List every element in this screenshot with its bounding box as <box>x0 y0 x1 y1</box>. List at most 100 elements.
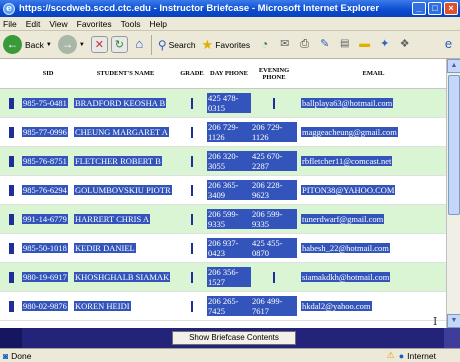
name-cell: BRADFORD KEOSHA B <box>74 98 167 108</box>
day-phone-cell: 425 478-0315 <box>207 93 251 113</box>
globe-icon: ● <box>398 350 405 361</box>
text-cursor-icon: I <box>433 315 438 328</box>
favorites-label: Favorites <box>215 39 251 50</box>
menu-edit[interactable]: Edit <box>26 19 41 29</box>
email-cell[interactable]: tunerdwarf@gmail.com <box>301 214 385 224</box>
table-row[interactable]: 991-14-6779 HARRERT CHRIS A 206 599-9335… <box>0 205 446 234</box>
email-cell[interactable]: PITON38@YAHOO.COM <box>301 185 396 195</box>
close-button[interactable]: × <box>444 2 458 15</box>
edit-icon[interactable]: ✎ <box>316 36 333 53</box>
table-header: SID STUDENT'S NAME GRADE DAY PHONE EVENI… <box>0 59 446 89</box>
header-day-phone: DAY PHONE <box>210 70 248 77</box>
name-cell: GOLUMBOVSKIU PIOTR <box>74 185 172 195</box>
evening-phone-cell <box>273 271 275 283</box>
menu-help[interactable]: Help <box>149 19 166 29</box>
email-cell[interactable]: ballplaya63@hotmail.com <box>301 98 394 108</box>
grade-cell[interactable] <box>191 184 193 196</box>
sid-cell: 991-14-6779 <box>22 214 68 224</box>
title-bar: e https://sccdweb.sccd.ctc.edu - Instruc… <box>0 0 460 17</box>
table-row[interactable]: 985-76-8751 FLETCHER ROBERT B 206 320-30… <box>0 147 446 176</box>
email-cell[interactable]: siamakdkh@hotmail.com <box>301 272 391 282</box>
back-arrow-icon: ← <box>3 35 22 54</box>
scroll-up-icon[interactable]: ▲ <box>447 59 460 73</box>
briefcase-bar: Show Briefcase Contents <box>0 328 460 348</box>
grade-cell[interactable] <box>191 271 193 283</box>
research-icon[interactable]: ❖ <box>396 36 413 53</box>
evening-phone-cell: 206 599-9335 <box>251 209 297 229</box>
table-row[interactable]: 985-50-1018 KEDIR DANIEL 206 937-0423 42… <box>0 234 446 263</box>
evening-phone-cell: 206 729-1126 <box>251 122 297 142</box>
evening-phone-cell: 425 455-0870 <box>251 238 297 258</box>
favorites-button[interactable]: ★ Favorites <box>202 37 251 53</box>
table-row[interactable]: 980-02-9876 KOREN HEIDI 206 265-7425 206… <box>0 292 446 321</box>
email-cell[interactable]: rbfletcher11@comcast.net <box>301 156 393 166</box>
forward-dropdown-icon: ▼ <box>78 41 85 48</box>
name-cell: FLETCHER ROBERT B <box>74 156 162 166</box>
menu-bar: File Edit View Favorites Tools Help <box>0 17 460 31</box>
ie-toolbar-icon[interactable]: e <box>440 36 457 53</box>
name-cell: KOREN HEIDI <box>74 301 131 311</box>
day-phone-cell: 206 599-9335 <box>207 209 251 229</box>
scroll-thumb[interactable] <box>448 75 460 215</box>
refresh-icon[interactable]: ↻ <box>110 36 128 53</box>
scroll-down-icon[interactable]: ▼ <box>447 314 460 328</box>
home-icon[interactable]: ⌂ <box>131 36 148 53</box>
name-cell: KHOSHGHALB SIAMAK <box>74 272 171 282</box>
row-marker <box>8 213 14 225</box>
messenger-icon[interactable]: ✦ <box>376 36 393 53</box>
row-marker <box>8 271 14 283</box>
table-row[interactable]: 985-77-0996 CHEUNG MARGARET A 206 729-11… <box>0 118 446 147</box>
search-label: Search <box>168 39 196 50</box>
favorites-star-icon: ★ <box>201 36 214 52</box>
print-icon[interactable]: ⎙ <box>296 36 313 53</box>
stop-icon[interactable]: ✕ <box>90 36 108 53</box>
email-cell[interactable]: habesh_22@hotmail.com <box>301 243 390 253</box>
mail-icon[interactable]: ✉ <box>276 36 293 53</box>
email-cell[interactable]: maggeacheung@gmail.com <box>301 127 398 137</box>
grade-cell[interactable] <box>191 213 193 225</box>
vertical-scrollbar[interactable]: ▲ ▼ <box>446 59 460 328</box>
evening-phone-cell: 206 228-9623 <box>251 180 297 200</box>
grade-cell[interactable] <box>191 97 193 109</box>
show-briefcase-contents-button[interactable]: Show Briefcase Contents <box>172 331 296 345</box>
back-button[interactable]: ← Back ▼ <box>3 35 52 54</box>
row-marker <box>8 300 14 312</box>
sid-cell: 985-50-1018 <box>22 243 68 253</box>
page-icon: ◙ <box>3 350 9 361</box>
forward-button[interactable]: → ▼ <box>57 35 85 54</box>
warning-icon: ⚠ <box>386 350 395 360</box>
folder-icon[interactable]: ▬ <box>356 36 373 53</box>
minimize-button[interactable]: _ <box>412 2 426 15</box>
history-icon[interactable]: ◔ <box>256 36 273 53</box>
search-icon: ⚲ <box>157 37 167 52</box>
table-row[interactable]: 980-19-6917 KHOSHGHALB SIAMAK 206 356-15… <box>0 263 446 292</box>
menu-file[interactable]: File <box>3 19 17 29</box>
toolbar-separator <box>150 34 152 55</box>
row-marker <box>8 242 14 254</box>
menu-tools[interactable]: Tools <box>121 19 141 29</box>
menu-favorites[interactable]: Favorites <box>77 19 112 29</box>
row-marker <box>8 184 14 196</box>
status-bar: ◙ Done ⚠ ● Internet <box>0 348 460 362</box>
grade-cell[interactable] <box>191 126 193 138</box>
menu-view[interactable]: View <box>49 19 67 29</box>
grade-cell[interactable] <box>191 155 193 167</box>
briefcase-bar-right <box>444 328 460 348</box>
header-evening-phone: EVENING PHONE <box>258 66 290 81</box>
email-cell[interactable]: hkdal2@yahoo.com <box>301 301 372 311</box>
toolbar: ← Back ▼ → ▼ ✕ ↻ ⌂ ⚲ Search ★ Favorites … <box>0 31 460 59</box>
day-phone-cell: 206 320-3055 <box>207 151 251 171</box>
grade-cell[interactable] <box>191 242 193 254</box>
header-name: STUDENT'S NAME <box>96 70 155 77</box>
table-row[interactable]: 985-75-0481 BRADFORD KEOSHA B 425 478-03… <box>0 89 446 118</box>
grade-cell[interactable] <box>191 300 193 312</box>
maximize-button[interactable]: □ <box>428 2 442 15</box>
discuss-icon[interactable]: ▤ <box>336 36 353 53</box>
search-button[interactable]: ⚲ Search <box>158 38 196 52</box>
evening-phone-cell <box>273 97 275 109</box>
table-row[interactable]: 985-76-6294 GOLUMBOVSKIU PIOTR 206 365-3… <box>0 176 446 205</box>
status-text: Done <box>11 350 32 361</box>
ie-logo-icon: e <box>3 2 15 15</box>
sid-cell: 985-75-0481 <box>22 98 68 108</box>
security-zone: ⚠ ● Internet <box>387 350 436 361</box>
